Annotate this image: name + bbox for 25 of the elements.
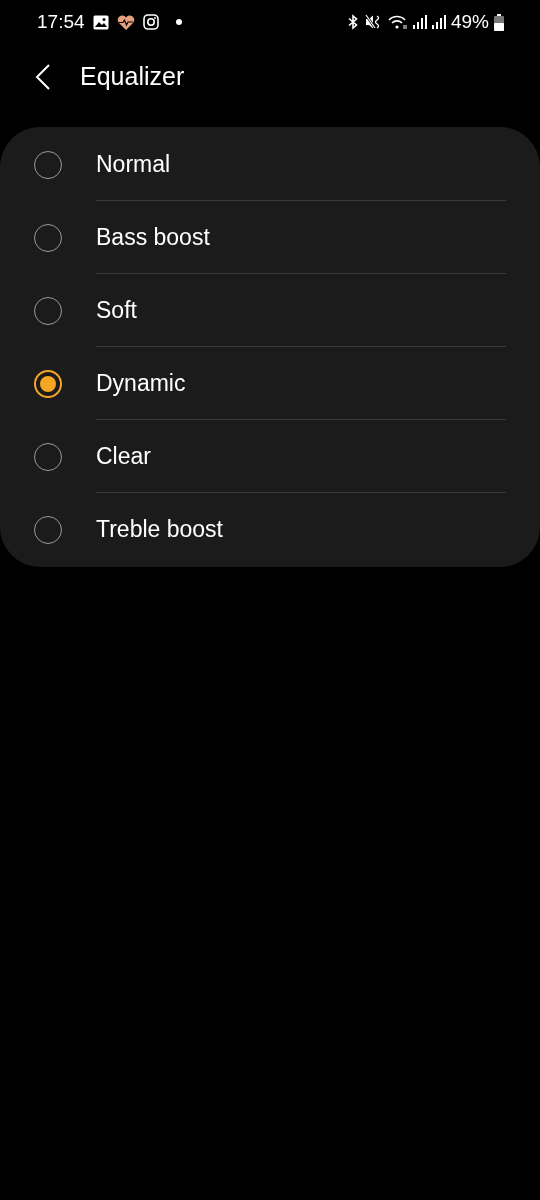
option-label: Treble boost — [96, 515, 223, 545]
battery-percent: 49% — [450, 9, 489, 34]
back-icon — [34, 63, 52, 91]
radio-button[interactable] — [34, 369, 62, 398]
gallery-icon — [92, 14, 109, 30]
option-label: Soft — [96, 295, 137, 325]
option-label: Normal — [96, 149, 171, 179]
battery-icon — [494, 13, 504, 31]
radio-option[interactable]: Bass boost — [0, 201, 540, 274]
page-title: Equalizer — [80, 61, 185, 93]
heart-icon — [116, 14, 135, 30]
radio-option[interactable]: Normal — [0, 128, 540, 201]
signal-icon — [431, 14, 446, 30]
radio-option[interactable]: Treble boost — [0, 493, 540, 566]
dot-icon — [175, 19, 182, 25]
option-label: Clear — [96, 441, 151, 471]
wifi-icon — [387, 14, 408, 30]
radio-option[interactable]: Dynamic — [0, 347, 540, 420]
option-label: Bass boost — [96, 222, 210, 252]
radio-option[interactable]: Clear — [0, 420, 540, 493]
status-time: 17:54 — [37, 9, 85, 34]
radio-option[interactable]: Soft — [0, 274, 540, 347]
camera-icon — [142, 14, 159, 30]
signal-icon — [412, 14, 427, 30]
option-label: Dynamic — [96, 368, 186, 398]
